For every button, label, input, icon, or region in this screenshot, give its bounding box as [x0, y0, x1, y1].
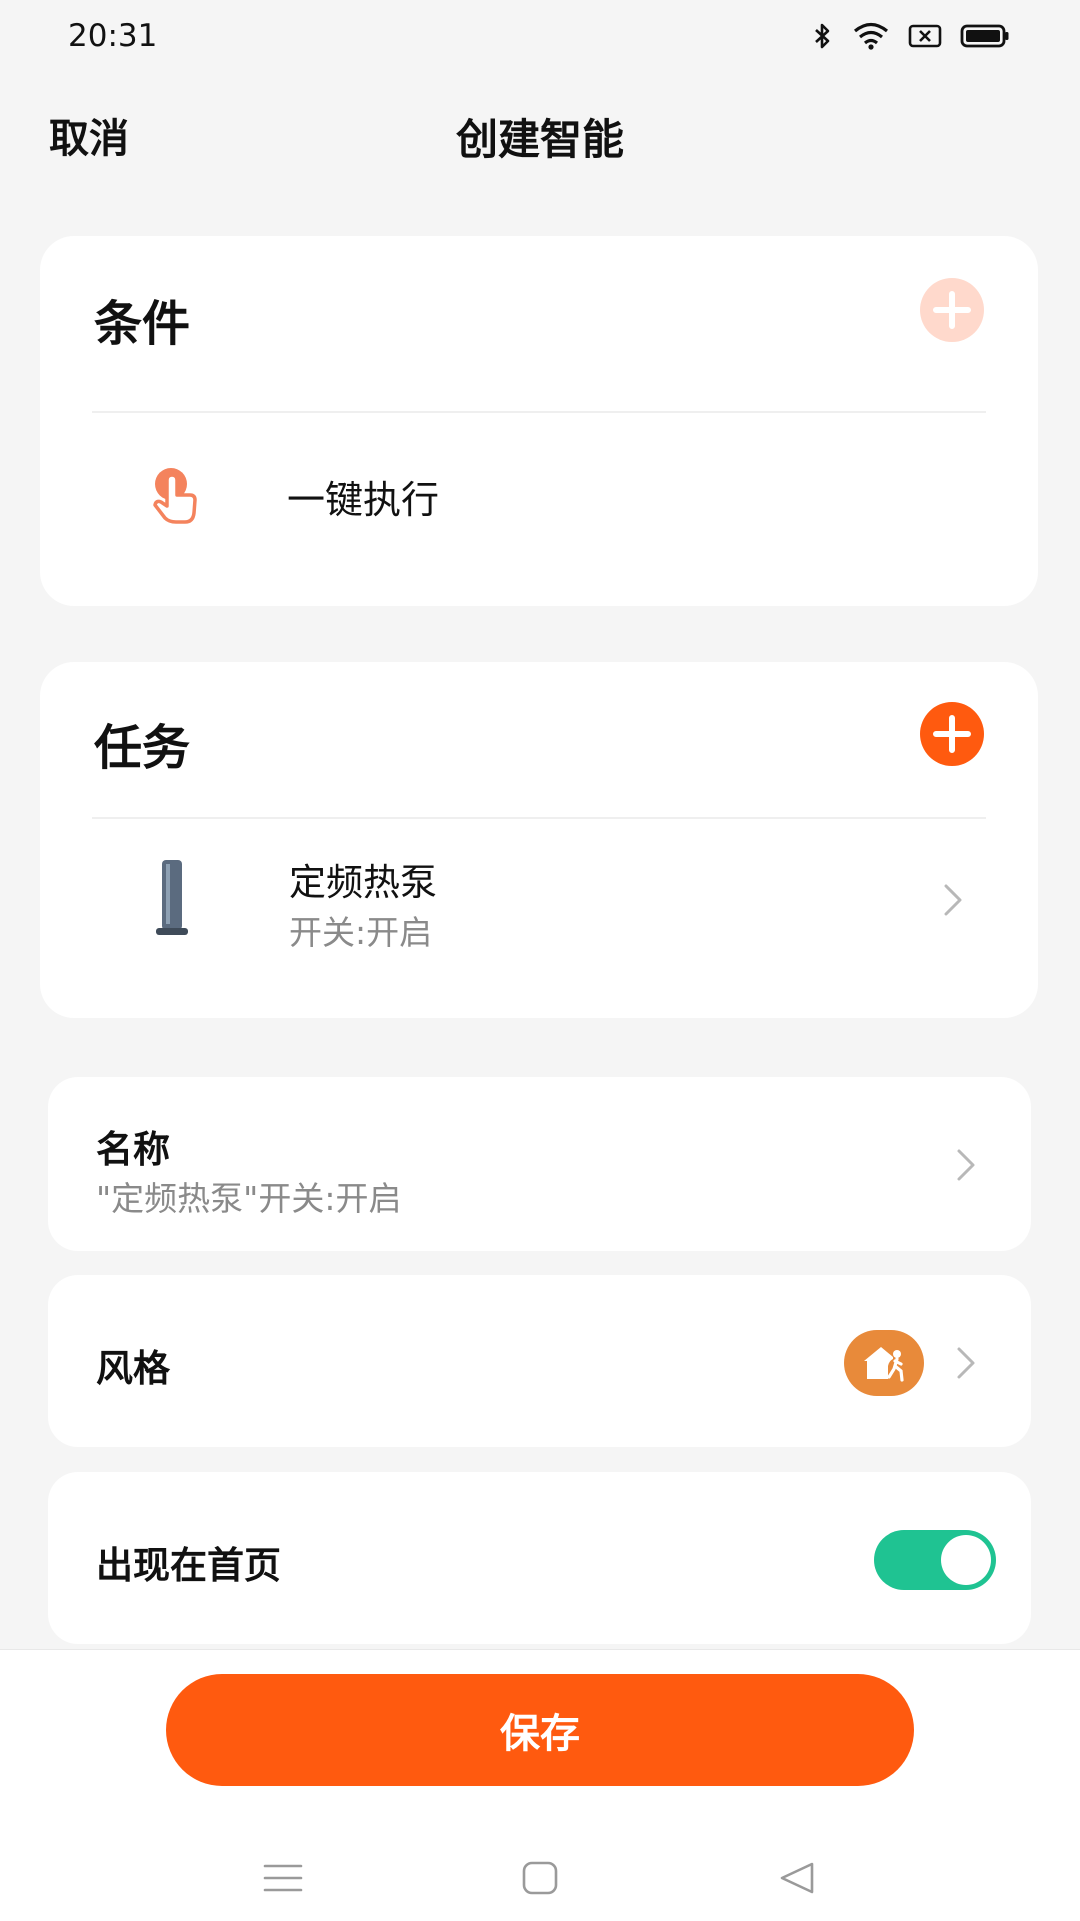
name-setting-label: 名称	[96, 1128, 170, 1171]
conditions-card: 条件 一键执行	[40, 236, 1038, 606]
add-condition-button[interactable]	[920, 278, 984, 342]
top-bar: 创建智能 取消	[0, 96, 1080, 168]
status-bar: 20:31	[0, 0, 1080, 80]
task-device-detail: 开关:开启	[289, 913, 433, 952]
status-icons	[812, 22, 1010, 50]
page-title: 创建智能	[455, 115, 624, 164]
show-on-home-label: 出现在首页	[96, 1544, 281, 1587]
sim-x-icon	[908, 24, 942, 48]
chevron-right-icon	[944, 884, 962, 916]
tasks-card: 任务 定频热泵 开关:开启	[40, 662, 1038, 1018]
name-setting-value: "定频热泵"开关:开启	[96, 1179, 402, 1218]
condition-item[interactable]: 一键执行	[40, 412, 1038, 602]
toggle-knob	[941, 1535, 991, 1585]
style-setting-label: 风格	[96, 1347, 170, 1390]
save-button[interactable]: 保存	[166, 1674, 914, 1786]
home-square-icon[interactable]	[521, 1860, 559, 1896]
chevron-right-icon	[957, 1347, 975, 1379]
condition-label: 一键执行	[287, 478, 440, 522]
task-device-name: 定频热泵	[289, 861, 437, 904]
home-person-icon	[864, 1347, 904, 1382]
wifi-icon	[853, 22, 889, 50]
battery-icon	[960, 24, 1009, 48]
add-task-button[interactable]	[920, 702, 984, 766]
bluetooth-icon	[815, 23, 830, 49]
style-setting-row[interactable]: 风格	[48, 1275, 1031, 1447]
name-setting-row[interactable]: 名称 "定频热泵"开关:开启	[48, 1077, 1031, 1251]
bottom-bar: 保存	[0, 1649, 1080, 1921]
style-preview	[844, 1330, 924, 1396]
show-on-home-row: 出现在首页	[48, 1472, 1031, 1644]
conditions-title: 条件	[94, 296, 191, 352]
cancel-button[interactable]: 取消	[49, 106, 129, 164]
plus-circle-icon	[933, 715, 971, 753]
tap-hand-icon	[153, 468, 197, 524]
tasks-title: 任务	[94, 720, 191, 776]
back-triangle-icon[interactable]	[778, 1860, 816, 1896]
status-time: 20:31	[68, 18, 158, 54]
menu-icon[interactable]	[263, 1862, 303, 1894]
chevron-right-icon	[957, 1149, 975, 1181]
plus-circle-icon	[933, 291, 971, 329]
show-on-home-toggle[interactable]	[874, 1530, 996, 1590]
heat-pump-device-icon	[156, 860, 188, 935]
task-item[interactable]: 定频热泵 开关:开启	[40, 818, 1038, 1014]
